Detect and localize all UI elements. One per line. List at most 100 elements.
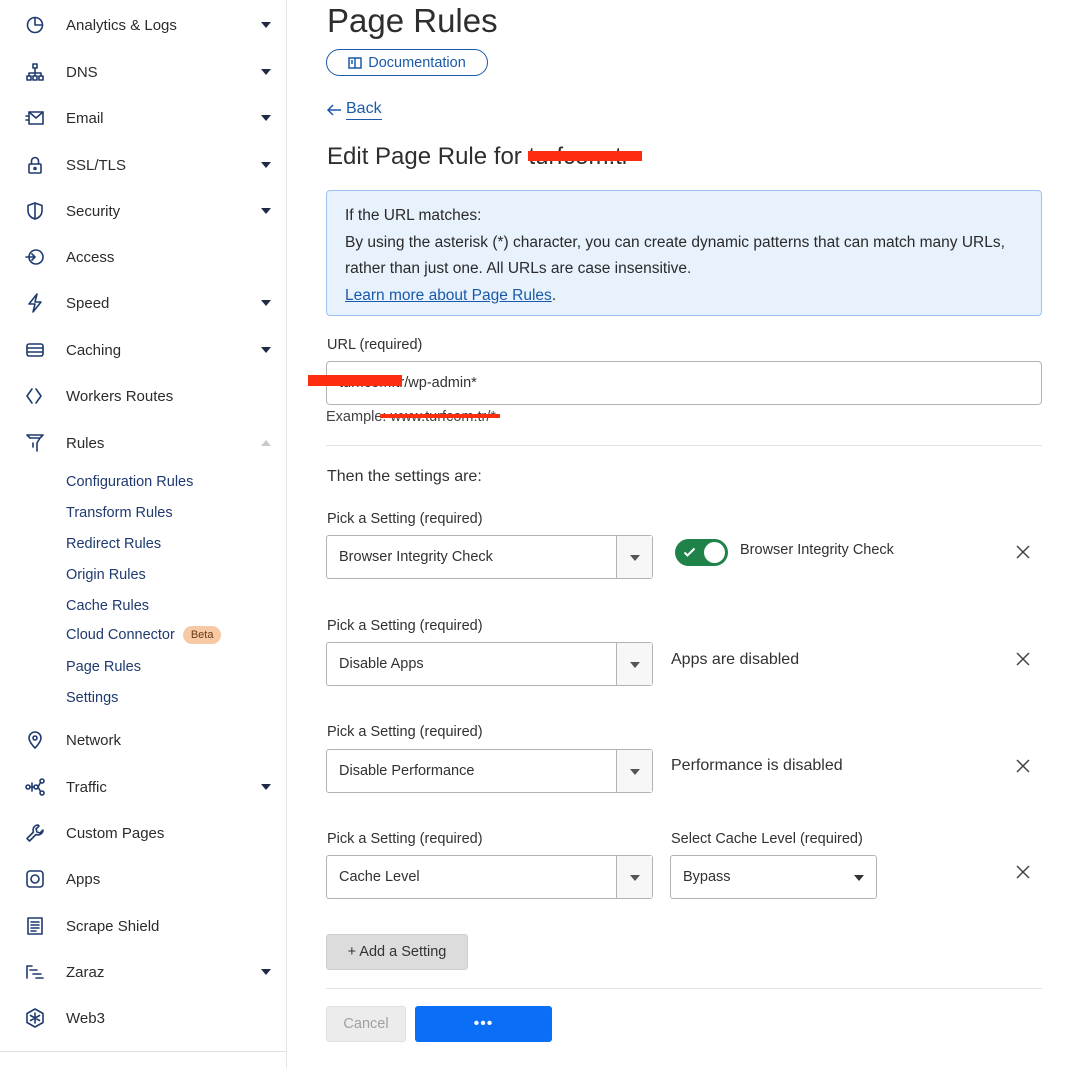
setting-select-value: Disable Apps — [339, 656, 424, 672]
sidebar-subitem-cache-rules[interactable]: Cache Rules — [66, 598, 149, 614]
setting-select[interactable]: Cache Level — [326, 855, 653, 899]
sidebar-item-label: Email — [66, 109, 104, 127]
sidebar-item-speed[interactable]: Speed — [0, 285, 286, 321]
sidebar: Analytics & Logs DNS Email SSL/TLS Secur… — [0, 0, 287, 1068]
sidebar-subitem-redirect-rules[interactable]: Redirect Rules — [66, 536, 161, 552]
sidebar-item-ssl-tls[interactable]: SSL/TLS — [0, 147, 286, 183]
setting-description: Browser Integrity Check — [740, 542, 894, 558]
sidebar-item-label: Zaraz — [66, 963, 105, 981]
info-link-suffix: . — [551, 286, 557, 304]
setting-select[interactable]: Browser Integrity Check — [326, 535, 653, 579]
chevron-down-icon — [261, 300, 271, 306]
info-heading: If the URL matches: — [345, 207, 482, 224]
sidebar-item-traffic[interactable]: Traffic — [0, 769, 286, 805]
email-icon — [24, 107, 46, 129]
beta-badge: Beta — [182, 626, 222, 644]
zaraz-icon — [24, 961, 46, 983]
sidebar-item-label: Scrape Shield — [66, 917, 160, 935]
sidebar-item-label: Network — [66, 731, 122, 749]
sidebar-item-access[interactable]: Access — [0, 239, 286, 275]
sidebar-item-label: Custom Pages — [66, 824, 165, 842]
sidebar-item-network[interactable]: Network — [0, 722, 286, 758]
sidebar-item-web3[interactable]: Web3 — [0, 1000, 286, 1036]
sidebar-item-dns[interactable]: DNS — [0, 54, 286, 90]
sidebar-subitem-label: Cloud Connector — [66, 626, 175, 643]
sidebar-subitem-transform-rules[interactable]: Transform Rules — [66, 505, 173, 521]
chevron-down-icon — [616, 643, 652, 685]
close-icon — [1016, 865, 1030, 879]
sidebar-item-apps[interactable]: Apps — [0, 861, 286, 897]
setting-label: Pick a Setting (required) — [327, 618, 483, 634]
wrench-icon — [24, 822, 46, 844]
redaction-mark — [528, 151, 642, 161]
documentation-button[interactable]: Documentation — [326, 49, 488, 76]
sidebar-item-label: Security — [66, 202, 121, 220]
shield-icon — [24, 200, 46, 222]
setting-description: Performance is disabled — [671, 757, 843, 774]
document-icon — [24, 915, 46, 937]
chevron-down-icon — [261, 115, 271, 121]
chevron-down-icon — [261, 208, 271, 214]
url-input[interactable] — [326, 361, 1042, 405]
browser-integrity-toggle[interactable] — [675, 539, 728, 566]
sidebar-item-rules[interactable]: Rules — [0, 425, 286, 461]
chevron-down-icon — [616, 856, 652, 898]
learn-more-link[interactable]: Learn more about Page Rules — [345, 287, 552, 304]
sidebar-subitem-page-rules[interactable]: Page Rules — [66, 659, 141, 675]
setting-label: Pick a Setting (required) — [327, 511, 483, 527]
remove-setting-button[interactable] — [1014, 650, 1032, 668]
cache-level-select[interactable]: Bypass — [670, 855, 877, 899]
cache-level-label: Select Cache Level (required) — [671, 831, 863, 847]
chevron-down-icon — [261, 22, 271, 28]
setting-select[interactable]: Disable Apps — [326, 642, 653, 686]
lock-icon — [24, 154, 46, 176]
workers-icon — [24, 385, 46, 407]
info-text: By using the asterisk (*) character, you… — [345, 233, 1005, 278]
setting-select[interactable]: Disable Performance — [326, 749, 653, 793]
sidebar-subitem-cloud-connector[interactable]: Cloud Connector Beta — [66, 626, 222, 644]
caching-icon — [24, 339, 46, 361]
check-icon — [683, 547, 696, 557]
close-icon — [1016, 652, 1030, 666]
location-pin-icon — [24, 729, 46, 751]
remove-setting-button[interactable] — [1014, 543, 1032, 561]
sidebar-item-label: Web3 — [66, 1009, 105, 1027]
redaction-mark — [308, 375, 402, 386]
info-link-line: Learn more about Page Rules. — [345, 283, 1023, 310]
documentation-label: Documentation — [368, 54, 466, 71]
setting-select-value: Browser Integrity Check — [339, 549, 493, 565]
sidebar-item-email[interactable]: Email — [0, 100, 286, 136]
back-link[interactable]: Back — [326, 100, 382, 120]
lightning-icon — [24, 292, 46, 314]
sidebar-item-security[interactable]: Security — [0, 193, 286, 229]
remove-setting-button[interactable] — [1014, 757, 1032, 775]
sidebar-item-custom-pages[interactable]: Custom Pages — [0, 815, 286, 851]
setting-select-value: Disable Performance — [339, 763, 475, 779]
setting-select-value: Cache Level — [339, 869, 420, 885]
sidebar-subitem-configuration-rules[interactable]: Configuration Rules — [66, 474, 193, 490]
chevron-down-icon — [261, 784, 271, 790]
sidebar-item-caching[interactable]: Caching — [0, 332, 286, 368]
chevron-down-icon — [261, 969, 271, 975]
setting-label: Pick a Setting (required) — [327, 831, 483, 847]
sidebar-item-workers-routes[interactable]: Workers Routes — [0, 378, 286, 414]
sidebar-item-analytics-logs[interactable]: Analytics & Logs — [0, 7, 286, 43]
dns-icon — [24, 61, 46, 83]
remove-setting-button[interactable] — [1014, 863, 1032, 881]
access-icon — [24, 246, 46, 268]
sidebar-subitem-origin-rules[interactable]: Origin Rules — [66, 567, 146, 583]
cancel-button[interactable]: Cancel — [326, 1006, 406, 1042]
save-button[interactable]: ••• — [415, 1006, 552, 1042]
close-icon — [1016, 759, 1030, 773]
redaction-mark — [380, 414, 500, 418]
sidebar-item-scrape-shield[interactable]: Scrape Shield — [0, 908, 286, 944]
web3-icon — [24, 1007, 46, 1029]
divider — [326, 445, 1042, 446]
info-box: If the URL matches: By using the asteris… — [326, 190, 1042, 316]
add-setting-button[interactable]: + Add a Setting — [326, 934, 468, 970]
book-icon — [348, 56, 362, 69]
sidebar-item-label: Caching — [66, 341, 122, 359]
sidebar-item-zaraz[interactable]: Zaraz — [0, 954, 286, 990]
sidebar-subitem-settings[interactable]: Settings — [66, 690, 118, 706]
sidebar-item-label: Speed — [66, 294, 110, 312]
